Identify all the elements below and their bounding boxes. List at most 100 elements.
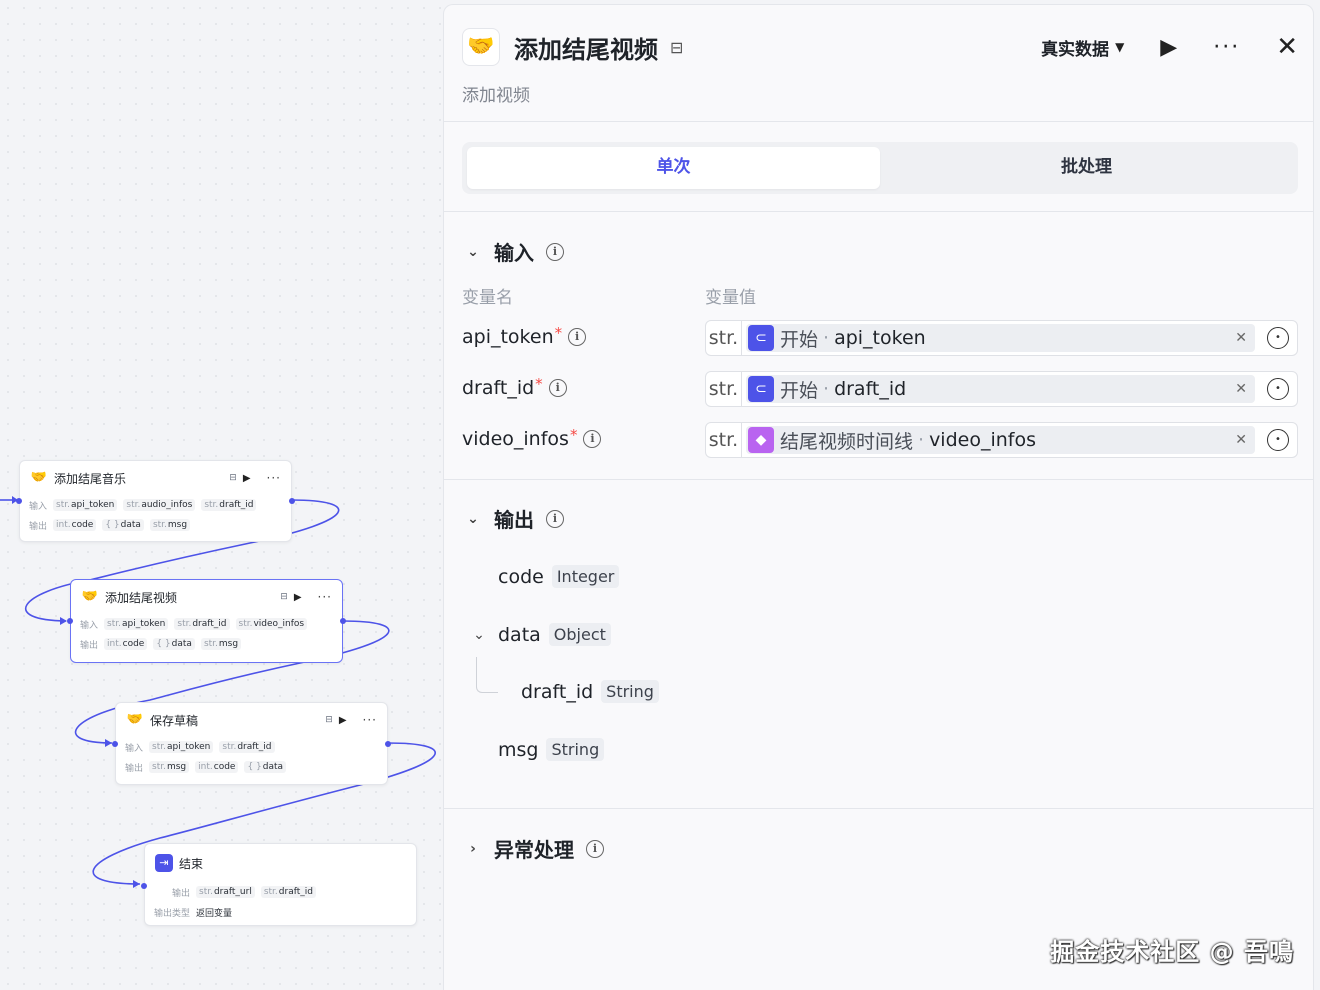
workflow-node-add-end-video[interactable]: 🤝 添加结尾视频 ⊟ ▶ ··· 输入 str.api_token str.dr… (67, 579, 346, 663)
node-more-button[interactable]: ··· (267, 471, 281, 485)
node-more-button[interactable]: ··· (363, 713, 377, 727)
output-port[interactable] (340, 618, 346, 624)
end-icon: ⇥ (155, 854, 173, 872)
handshake-icon: 🤝 (126, 712, 144, 727)
output-field[interactable]: ⌄ data Object (468, 623, 611, 646)
plugin-icon: ⊟ (325, 715, 333, 725)
input-port[interactable] (141, 883, 147, 889)
run-icon[interactable]: ▶ (1160, 35, 1177, 60)
node-outputs-row: 输出 str.msg int.code { }data (116, 757, 387, 777)
workflow-node-end[interactable]: ⇥ 结束 输出 str.draft_url str.draft_id 输出类型 … (141, 843, 417, 926)
variable-reference-chip[interactable]: ◆ 结尾视频时间线 · video_infos ✕ (746, 426, 1255, 454)
outputs-label: 输出 (80, 640, 99, 651)
divider (444, 479, 1313, 480)
clear-icon[interactable]: ✕ (1235, 381, 1247, 397)
type-label: str. (706, 423, 742, 457)
type-label: str. (706, 372, 742, 406)
clear-icon[interactable]: ✕ (1235, 432, 1247, 448)
input-name: draft_id * i (462, 375, 567, 399)
node-config-panel: 🤝 添加结尾视频 ⊟ 真实数据 ▼ ▶ ··· ✕ 添加视频 单次 批处理 ⌄ … (443, 4, 1314, 990)
input-name: video_infos * i (462, 426, 602, 450)
output-tag: str.msg (149, 519, 191, 531)
column-header-name: 变量名 (462, 288, 513, 308)
close-icon[interactable]: ✕ (1276, 32, 1298, 62)
chevron-down-icon: ⌄ (467, 243, 479, 260)
tree-connector (476, 657, 498, 693)
clear-icon[interactable]: ✕ (1235, 330, 1247, 346)
input-value-field[interactable]: str. ◆ 结尾视频时间线 · video_infos ✕ • (705, 422, 1298, 458)
input-tag: str.api_token (149, 741, 214, 753)
output-field: draft_id String (521, 680, 659, 703)
node-inputs-row: 输入 str.api_token str.audio_infos str.dra… (20, 495, 291, 515)
variable-settings-icon[interactable]: • (1267, 327, 1289, 349)
type-badge: String (546, 738, 605, 761)
output-type-label: 输出类型 (154, 908, 191, 919)
variable-settings-icon[interactable]: • (1267, 429, 1289, 451)
workflow-node-save-draft[interactable]: 🤝 保存草稿 ⊟ ▶ ··· 输入 str.api_token str.draf… (112, 702, 391, 785)
info-icon[interactable]: i (546, 242, 564, 261)
output-tag: { }data (244, 761, 287, 773)
workflow-canvas[interactable]: 🤝 添加结尾音乐 ⊟ ▶ ··· 输入 str.api_token str.au… (0, 0, 444, 990)
info-icon[interactable]: i (546, 509, 564, 528)
output-section-title: 输出 (494, 508, 534, 532)
input-tag: str.draft_id (201, 499, 257, 511)
type-label: str. (706, 321, 742, 355)
outputs-label: 输出 (29, 521, 48, 532)
node-more-button[interactable]: ··· (318, 590, 332, 604)
input-port[interactable] (16, 498, 22, 504)
panel-title: 添加结尾视频 (514, 35, 658, 64)
output-port[interactable] (289, 498, 295, 504)
node-outputs-row: 输出 int.code { }data str.msg (71, 634, 342, 654)
variable-reference-chip[interactable]: ⊂ 开始 · api_token ✕ (746, 324, 1255, 352)
divider (444, 808, 1313, 809)
input-section-header[interactable]: ⌄ 输入 i (464, 237, 564, 266)
node-title: 添加结尾视频 (105, 590, 178, 605)
node-inputs-row: 输入 str.api_token str.draft_id str.video_… (71, 614, 342, 634)
input-row: api_token * i str. ⊂ 开始 · api_token ✕ • (462, 320, 1298, 356)
node-title: 添加结尾音乐 (54, 471, 127, 486)
variable-reference-chip[interactable]: ⊂ 开始 · draft_id ✕ (746, 375, 1255, 403)
inputs-label: 输入 (29, 501, 48, 512)
output-field: code Integer (498, 565, 620, 588)
input-value-field[interactable]: str. ⊂ 开始 · draft_id ✕ • (705, 371, 1298, 407)
input-port[interactable] (112, 741, 118, 747)
node-run-button[interactable]: ▶ (294, 592, 302, 603)
cube-icon: ◆ (748, 427, 774, 453)
node-run-button[interactable]: ▶ (339, 715, 347, 726)
workflow-node-add-end-music[interactable]: 🤝 添加结尾音乐 ⊟ ▶ ··· 输入 str.api_token str.au… (16, 460, 295, 542)
node-title: 保存草稿 (150, 713, 199, 728)
watermark: 掘金技术社区 @ 吾鳴 (1050, 938, 1294, 966)
inputs-label: 输入 (125, 743, 144, 754)
caret-down-icon: ▼ (1115, 40, 1125, 54)
info-icon[interactable]: i (568, 328, 587, 346)
output-port[interactable] (385, 741, 391, 747)
error-section-header[interactable]: › 异常处理 i (464, 834, 604, 863)
output-tag: str.draft_url (196, 886, 255, 898)
chevron-down-icon[interactable]: ⌄ (468, 627, 490, 643)
node-run-button[interactable]: ▶ (243, 473, 251, 484)
input-tag: str.audio_infos (123, 499, 196, 511)
info-icon[interactable]: i (586, 839, 604, 858)
tab-single[interactable]: 单次 (467, 147, 880, 189)
input-port[interactable] (67, 618, 73, 624)
input-tag: str.api_token (53, 499, 118, 511)
plugin-icon: ⊟ (280, 592, 288, 602)
info-icon[interactable]: i (583, 430, 602, 448)
output-field: msg String (498, 738, 605, 761)
output-tag: int.code (104, 638, 148, 650)
output-type-value: 返回变量 (196, 908, 233, 919)
info-icon[interactable]: i (548, 379, 567, 397)
tab-batch[interactable]: 批处理 (880, 147, 1293, 189)
output-tag: str.draft_id (260, 886, 316, 898)
plugin-icon: ⊟ (670, 37, 684, 57)
more-icon[interactable]: ··· (1213, 35, 1240, 60)
variable-settings-icon[interactable]: • (1267, 378, 1289, 400)
output-tag: str.msg (200, 638, 242, 650)
data-mode-dropdown[interactable]: 真实数据 ▼ (1041, 35, 1124, 60)
outputs-label: 输出 (172, 888, 191, 899)
input-value-field[interactable]: str. ⊂ 开始 · api_token ✕ • (705, 320, 1298, 356)
output-section-header[interactable]: ⌄ 输出 i (464, 504, 564, 533)
type-badge: Integer (551, 565, 620, 588)
start-icon: ⊂ (748, 376, 774, 402)
chevron-down-icon: ⌄ (467, 510, 479, 527)
